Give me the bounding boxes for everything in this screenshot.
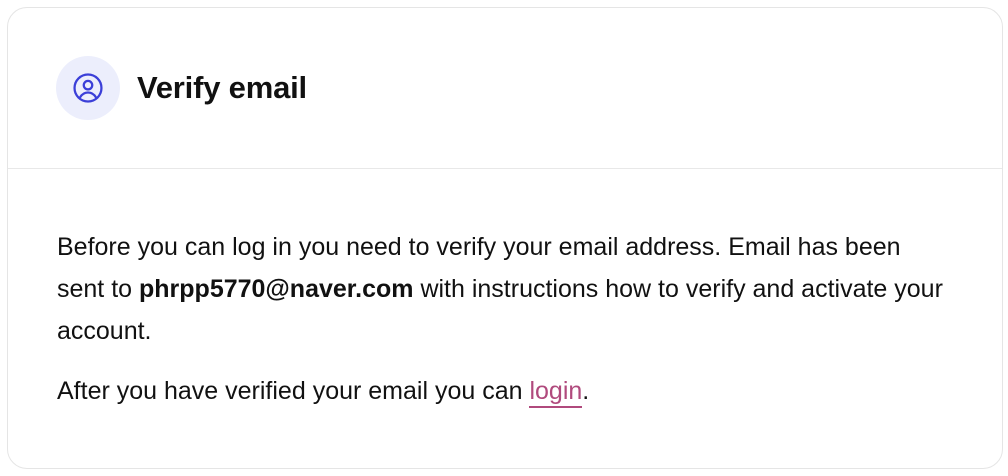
login-prompt-text: After you have verified your email you c…	[57, 377, 530, 405]
user-circle-icon	[56, 56, 120, 120]
email-address: phrpp5770@naver.com	[139, 275, 414, 303]
login-prompt: After you have verified your email you c…	[57, 370, 954, 412]
page-title: Verify email	[137, 70, 307, 105]
card-body: Before you can log in you need to verify…	[8, 169, 1002, 412]
login-link[interactable]: login	[529, 377, 583, 408]
verify-email-card: Verify email Before you can log in you n…	[7, 7, 1003, 469]
card-header: Verify email	[8, 8, 1002, 169]
verification-message: Before you can log in you need to verify…	[57, 226, 954, 352]
login-prompt-period: .	[582, 377, 590, 405]
